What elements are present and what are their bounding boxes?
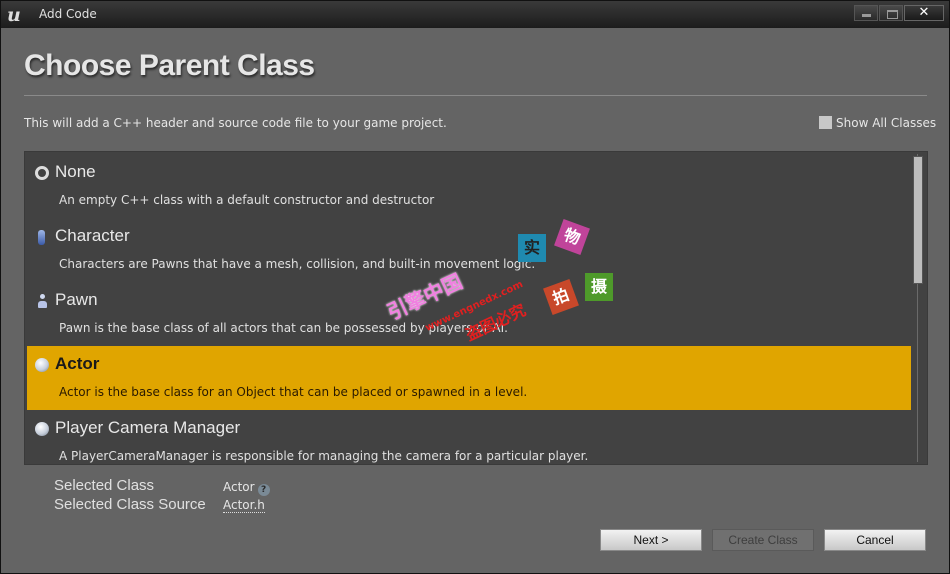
checkbox-icon[interactable] — [819, 116, 832, 129]
class-description: Characters are Pawns that have a mesh, c… — [59, 257, 536, 271]
character-icon — [38, 230, 45, 245]
close-icon: ✕ — [918, 5, 930, 20]
cancel-button[interactable]: Cancel — [824, 529, 926, 551]
maximize-button[interactable] — [879, 5, 903, 21]
scroll-thumb[interactable] — [913, 156, 923, 284]
class-name: Character — [55, 226, 130, 245]
selected-class-value: Actor? — [223, 480, 270, 496]
empty-circle-icon — [35, 166, 49, 180]
maximize-icon — [880, 6, 902, 20]
class-name: None — [55, 162, 96, 181]
divider — [24, 95, 927, 96]
list-scrollbar[interactable] — [911, 154, 925, 462]
minimize-button[interactable] — [854, 5, 878, 21]
next-button[interactable]: Next > — [600, 529, 702, 551]
class-description: Pawn is the base class of all actors tha… — [59, 321, 508, 335]
help-icon[interactable]: ? — [257, 484, 270, 496]
add-code-dialog: u Add Code ✕ Choose Parent Class This wi… — [0, 0, 950, 574]
selected-class-name: Actor — [223, 480, 255, 494]
source-file-link[interactable]: Actor.h — [223, 498, 265, 513]
show-all-classes-checkbox[interactable]: Show All Classes — [819, 116, 936, 130]
class-name: Player Camera Manager — [55, 418, 241, 437]
class-item-character[interactable]: Character Characters are Pawns that have… — [27, 218, 911, 282]
class-description: Actor is the base class for an Object th… — [59, 385, 528, 399]
selected-class-source-value: Actor.h — [223, 498, 265, 513]
class-list: None An empty C++ class with a default c… — [24, 151, 928, 465]
sphere-icon — [35, 358, 49, 372]
title-bar[interactable]: u Add Code ✕ — [1, 1, 949, 28]
class-description: A PlayerCameraManager is responsible for… — [59, 449, 589, 463]
class-item-pawn[interactable]: Pawn Pawn is the base class of all actor… — [27, 282, 911, 346]
class-name: Pawn — [55, 290, 98, 309]
page-description: This will add a C++ header and source co… — [24, 116, 447, 130]
create-class-button[interactable]: Create Class — [712, 529, 814, 551]
class-description: An empty C++ class with a default constr… — [59, 193, 435, 207]
unreal-logo-icon: u — [7, 4, 21, 26]
close-button[interactable]: ✕ — [904, 5, 944, 21]
window-title: Add Code — [39, 7, 97, 21]
class-name: Actor — [55, 354, 100, 373]
class-item-actor[interactable]: Actor Actor is the base class for an Obj… — [27, 346, 911, 410]
class-item-none[interactable]: None An empty C++ class with a default c… — [27, 154, 911, 218]
selected-class-label: Selected Class — [54, 477, 155, 494]
pawn-icon — [38, 294, 47, 308]
page-title: Choose Parent Class — [24, 49, 315, 82]
minimize-icon — [855, 6, 877, 20]
selected-class-source-label: Selected Class Source — [54, 496, 206, 513]
class-item-player-camera-manager[interactable]: Player Camera Manager A PlayerCameraMana… — [27, 410, 911, 464]
sphere-icon — [35, 422, 49, 436]
show-all-classes-label: Show All Classes — [836, 116, 937, 130]
